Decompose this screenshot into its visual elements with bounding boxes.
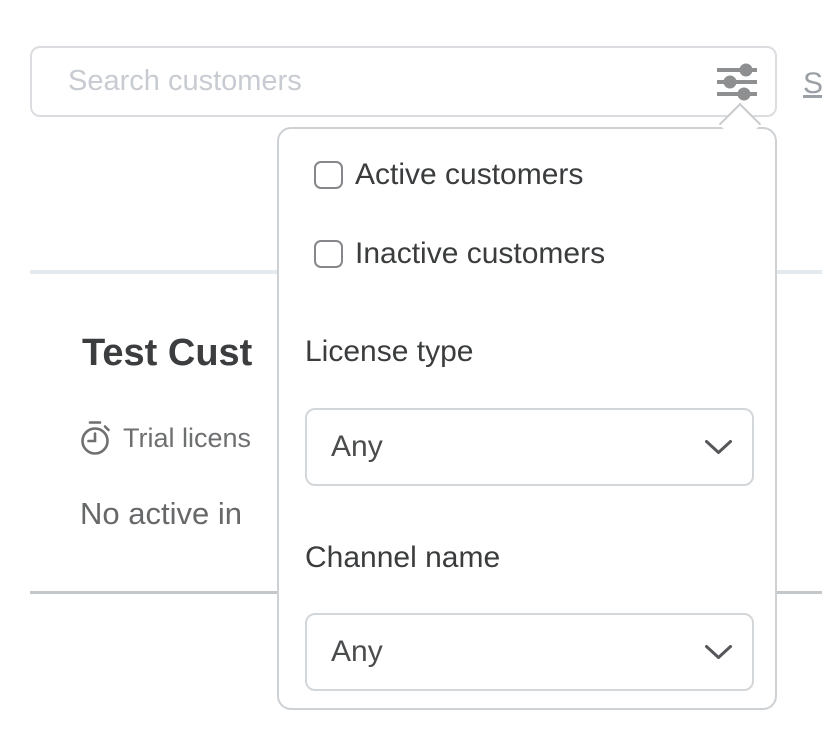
instances-status-text: No active in — [80, 496, 242, 532]
channel-name-select-value: Any — [331, 635, 383, 669]
active-customers-checkbox[interactable] — [314, 161, 343, 189]
active-customers-label: Active customers — [355, 158, 583, 192]
license-type-text: Trial licens — [123, 423, 251, 454]
filter-button[interactable] — [713, 60, 761, 104]
sort-link[interactable]: S — [803, 67, 822, 101]
channel-name-field-label: Channel name — [305, 541, 500, 575]
search-input[interactable] — [32, 48, 775, 115]
inactive-customers-checkbox[interactable] — [314, 240, 343, 268]
chevron-down-icon — [705, 645, 732, 660]
chevron-down-icon — [705, 440, 732, 455]
license-type-select[interactable]: Any — [305, 408, 754, 486]
checkbox-row-inactive-customers[interactable]: Inactive customers — [314, 237, 605, 271]
search-bar — [30, 46, 777, 117]
filter-popover: Active customers Inactive customers Lice… — [277, 127, 777, 710]
license-type-select-value: Any — [331, 430, 383, 464]
stopwatch-icon — [78, 419, 114, 457]
checkbox-row-active-customers[interactable]: Active customers — [314, 158, 583, 192]
channel-name-select[interactable]: Any — [305, 613, 754, 691]
license-row: Trial licens — [78, 419, 251, 457]
inactive-customers-label: Inactive customers — [355, 237, 605, 271]
sliders-icon — [716, 63, 758, 101]
license-type-field-label: License type — [305, 335, 473, 369]
customer-name: Test Cust — [82, 332, 252, 375]
